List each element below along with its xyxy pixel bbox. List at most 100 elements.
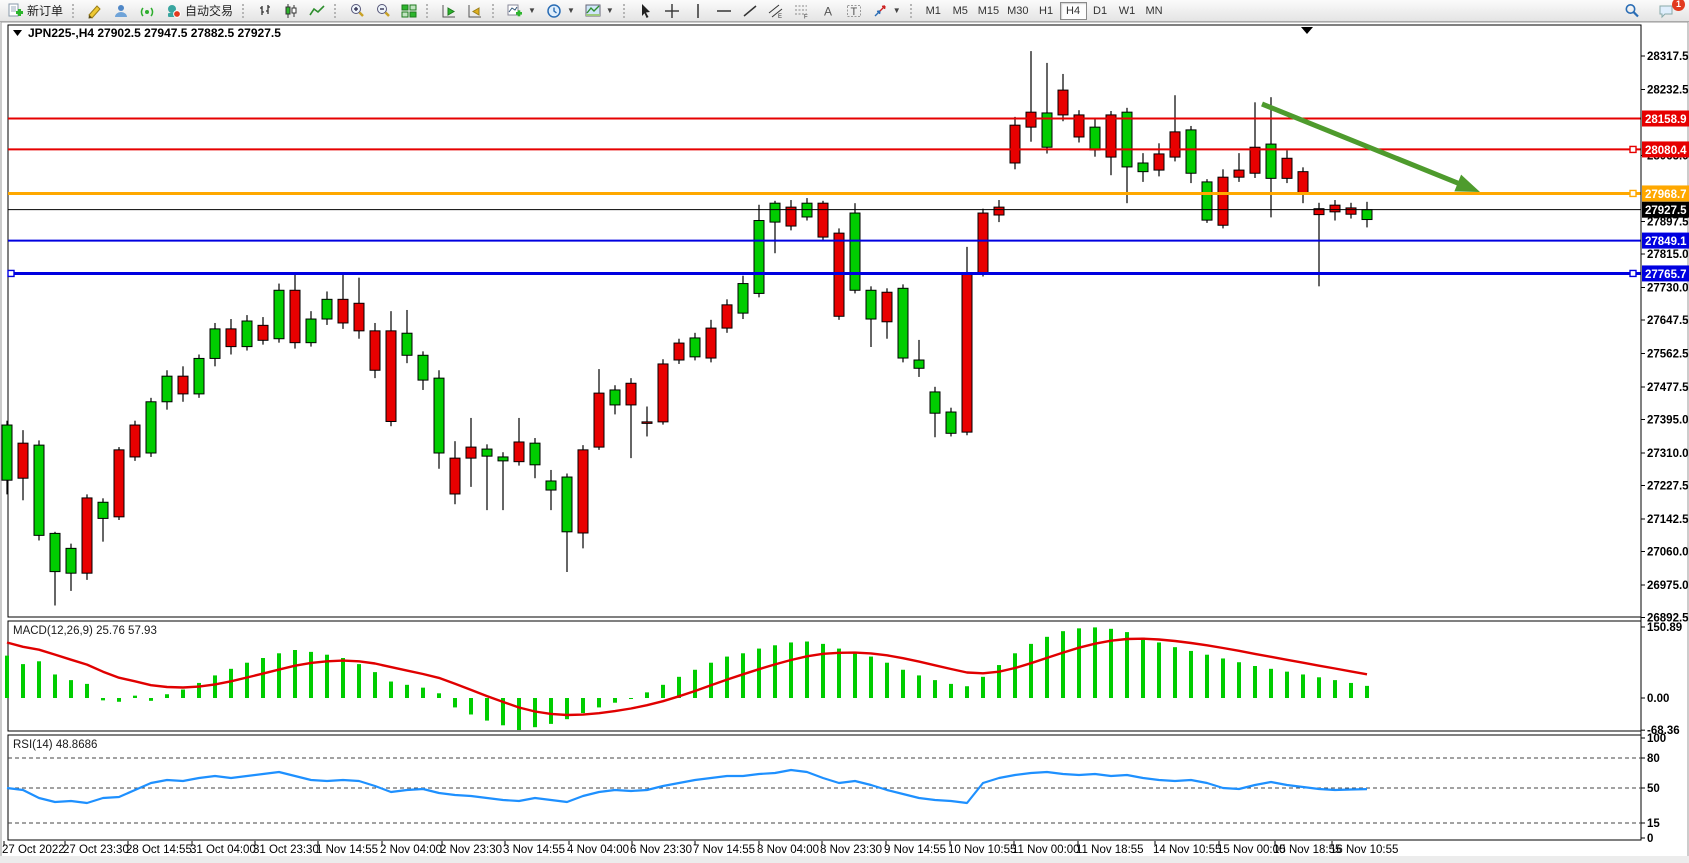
text-tool-button[interactable]: A: [815, 1, 841, 20]
svg-text:14 Nov 10:55: 14 Nov 10:55: [1153, 844, 1221, 856]
tile-windows-icon: [401, 3, 417, 19]
metaeditor-button[interactable]: [82, 1, 108, 20]
svg-text:26975.0: 26975.0: [1647, 580, 1689, 592]
hline-tool-button[interactable]: [711, 1, 737, 20]
svg-text:28 Oct 14:55: 28 Oct 14:55: [126, 844, 192, 856]
svg-text:JPN225-,H4 27902.5 27947.5 27: JPN225-,H4 27902.5 27947.5 27882.5 27927…: [28, 26, 281, 40]
svg-text:7 Nov 14:55: 7 Nov 14:55: [693, 844, 755, 856]
clock-icon: [546, 3, 562, 19]
zoom-out-button[interactable]: [370, 1, 396, 20]
tf-m5-button[interactable]: M5: [947, 2, 974, 20]
svg-text:A: A: [824, 4, 832, 18]
pencil-icon: [87, 3, 103, 19]
chart-shift-icon: [467, 3, 483, 19]
cursor-icon: [638, 3, 654, 19]
auto-scroll-icon: [441, 3, 457, 19]
svg-text:28080.4: 28080.4: [1645, 145, 1687, 157]
toolbar-separator: [910, 4, 916, 18]
svg-text:27310.0: 27310.0: [1647, 448, 1689, 460]
tf-mn-button[interactable]: MN: [1141, 2, 1168, 20]
toolbar-separator: [72, 4, 78, 18]
chart-area[interactable]: 28317.528232.528065.027897.527815.027730…: [0, 0, 1689, 863]
svg-text:27897.5: 27897.5: [1647, 217, 1689, 229]
new-chart-button[interactable]: ▼: [502, 1, 541, 20]
svg-text:0: 0: [1647, 833, 1653, 845]
svg-text:1 Nov 14:55: 1 Nov 14:55: [316, 844, 378, 856]
svg-text:6 Nov 23:30: 6 Nov 23:30: [630, 844, 692, 856]
tf-h1-button[interactable]: H1: [1033, 2, 1060, 20]
svg-text:8 Nov 23:30: 8 Nov 23:30: [820, 844, 882, 856]
svg-text:50: 50: [1647, 783, 1660, 795]
dropdown-caret: ▼: [528, 6, 536, 15]
candlestick-icon: [283, 3, 299, 19]
toolbar-separator: [334, 4, 340, 18]
chart-title: JPN225-,H4 27902.5 27947.5 27882.5 27927…: [13, 26, 281, 40]
svg-text:28317.5: 28317.5: [1647, 51, 1689, 63]
svg-text:100: 100: [1647, 733, 1666, 745]
trendline-icon: [742, 3, 758, 19]
tf-m15-button[interactable]: M15: [974, 2, 1003, 20]
templates-button[interactable]: ▼: [580, 1, 619, 20]
chart-bars-button[interactable]: [252, 1, 278, 20]
new-order-icon: [7, 3, 23, 19]
tf-h4-button[interactable]: H4: [1060, 2, 1087, 20]
svg-text:27562.5: 27562.5: [1647, 349, 1689, 361]
toolbar-separator: [242, 4, 248, 18]
shapes-arrows-icon: [872, 3, 888, 19]
tf-m30-button[interactable]: M30: [1003, 2, 1032, 20]
cursor-tool-button[interactable]: [633, 1, 659, 20]
time-axis[interactable]: 27 Oct 202227 Oct 23:3028 Oct 14:5531 Oc…: [2, 841, 1398, 856]
search-icon: [1624, 3, 1640, 19]
panel-borders: [8, 25, 1641, 840]
svg-text:80: 80: [1647, 753, 1660, 765]
chart-candles-button[interactable]: [278, 1, 304, 20]
svg-text:27142.5: 27142.5: [1647, 514, 1689, 526]
crosshair-icon: [664, 3, 680, 19]
svg-text:27730.0: 27730.0: [1647, 283, 1689, 295]
periods-button[interactable]: ▼: [541, 1, 580, 20]
vline-tool-button[interactable]: [685, 1, 711, 20]
zoom-in-button[interactable]: [344, 1, 370, 20]
toolbar-separator: [426, 4, 432, 18]
new-chart-icon: [507, 3, 523, 19]
notifications-button[interactable]: 1: [1653, 1, 1679, 20]
text-label-icon: T: [846, 3, 862, 19]
crosshair-tool-button[interactable]: [659, 1, 685, 20]
svg-text:27927.5: 27927.5: [1645, 205, 1687, 217]
svg-text:16 Nov 10:55: 16 Nov 10:55: [1330, 844, 1398, 856]
chart-line-button[interactable]: [304, 1, 330, 20]
fibonacci-tool-button[interactable]: F: [789, 1, 815, 20]
tf-w1-button[interactable]: W1: [1114, 2, 1141, 20]
signals-button[interactable]: [134, 1, 160, 20]
svg-text:E: E: [778, 14, 782, 19]
search-button[interactable]: [1619, 1, 1645, 20]
new-order-button[interactable]: 新订单: [2, 1, 68, 20]
arrows-tool-button[interactable]: ▼: [867, 1, 906, 20]
autotrading-button[interactable]: 自动交易: [160, 1, 238, 20]
svg-text:9 Nov 14:55: 9 Nov 14:55: [884, 844, 946, 856]
chart-shift-button[interactable]: [462, 1, 488, 20]
dropdown-caret: ▼: [567, 6, 575, 15]
fibonacci-icon: F: [794, 3, 810, 19]
template-icon: [585, 3, 601, 19]
svg-text:27765.7: 27765.7: [1645, 269, 1687, 281]
zoom-in-icon: [349, 3, 365, 19]
tf-d1-button[interactable]: D1: [1087, 2, 1114, 20]
channel-tool-button[interactable]: E: [763, 1, 789, 20]
autotrading-label: 自动交易: [185, 2, 233, 19]
trendline-tool-button[interactable]: [737, 1, 763, 20]
svg-text:15: 15: [1647, 818, 1660, 830]
label-tool-button[interactable]: T: [841, 1, 867, 20]
tile-windows-button[interactable]: [396, 1, 422, 20]
zoom-out-icon: [375, 3, 391, 19]
svg-text:3 Nov 14:55: 3 Nov 14:55: [503, 844, 565, 856]
svg-text:27477.5: 27477.5: [1647, 382, 1689, 394]
svg-text:31 Oct 04:00: 31 Oct 04:00: [190, 844, 256, 856]
auto-scroll-button[interactable]: [436, 1, 462, 20]
community-button[interactable]: [108, 1, 134, 20]
svg-text:11 Nov 18:55: 11 Nov 18:55: [1076, 844, 1144, 856]
tf-m1-button[interactable]: M1: [920, 2, 947, 20]
toolbar-separator: [492, 4, 498, 18]
svg-text:2 Nov 04:00: 2 Nov 04:00: [380, 844, 442, 856]
svg-text:27 Oct 23:30: 27 Oct 23:30: [63, 844, 129, 856]
